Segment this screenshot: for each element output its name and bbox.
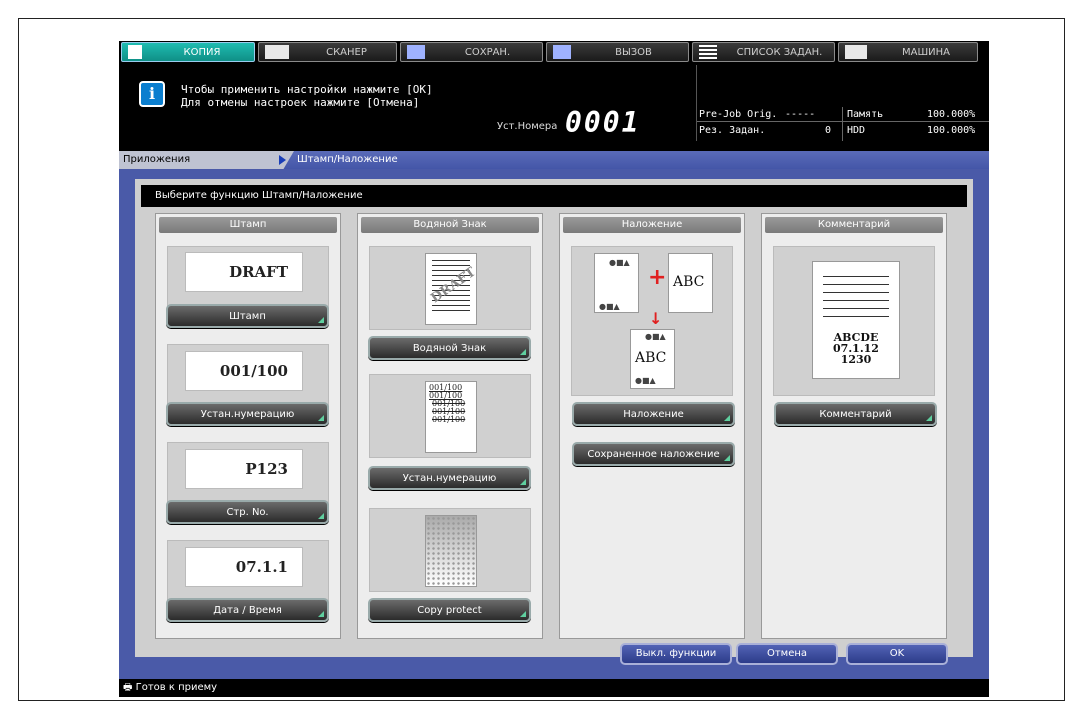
device-screen: КОПИЯ СКАНЕР СОХРАН. ВЫЗОВ СПИСОК ЗАДАН.… (119, 41, 989, 697)
numbering-doc-icon: 001/100 001/100 001/100 001/100 001/100 (425, 381, 477, 453)
prompt-text: Выберите функцию Штамп/Наложение (141, 185, 967, 207)
ok-button[interactable]: OK (846, 643, 948, 665)
page-number-button[interactable]: Стр. No. (166, 500, 329, 524)
watermark-doc-icon: DRAFT (425, 253, 479, 325)
overlay-button[interactable]: Наложение (572, 402, 735, 426)
watermark-column: Водяной Знак DRAFT Водяной Знак 001/100 (357, 213, 543, 639)
message-line-2: Для отмены настроек нажмите [Отмена] (181, 96, 420, 109)
breadcrumb-current: Штамп/Наложение (297, 154, 398, 165)
function-area: Выберите функцию Штамп/Наложение Штамп D… (135, 179, 973, 657)
tab-scanner[interactable]: СКАНЕР (258, 42, 397, 62)
overlay-text-doc-icon: ABC (668, 253, 713, 313)
function-off-button[interactable]: Выкл. функции (620, 643, 732, 665)
info-icon: i (139, 81, 165, 107)
watermark-header: Водяной Знак (361, 217, 539, 233)
comment-header: Комментарий (765, 217, 943, 233)
machine-icon (845, 45, 867, 59)
watermark-button[interactable]: Водяной Знак (368, 336, 531, 360)
top-tabs: КОПИЯ СКАНЕР СОХРАН. ВЫЗОВ СПИСОК ЗАДАН.… (119, 41, 989, 63)
copy-protect-pattern-icon (425, 515, 477, 587)
tab-machine[interactable]: МАШИНА (838, 42, 978, 62)
copy-protect-button[interactable]: Copy protect (368, 598, 531, 622)
tab-save[interactable]: СОХРАН. (400, 42, 543, 62)
comment-column: Комментарий ABCDE 07.1.12 1230 Комментар… (761, 213, 947, 639)
breadcrumb-parent[interactable]: Приложения (119, 151, 294, 169)
breadcrumb-arrow-icon (279, 155, 286, 165)
watermark-numbering-button[interactable]: Устан.нумерацию (368, 466, 531, 490)
comment-sample-card: ABCDE 07.1.12 1230 (773, 246, 935, 396)
plus-icon: + (648, 265, 667, 290)
tab-job-list[interactable]: СПИСОК ЗАДАН. (692, 42, 835, 62)
status-panel: Pre-Job Orig. ----- Память 100.000% Рез.… (696, 65, 989, 141)
stamp-sample: DRAFT (185, 252, 303, 292)
list-icon (699, 45, 717, 59)
date-time-sample-card: 07.1.1 (167, 540, 329, 604)
cancel-button[interactable]: Отмена (736, 643, 838, 665)
status-bar: 🖶 Готов к приему (119, 679, 989, 697)
tab-copy[interactable]: КОПИЯ (121, 42, 255, 62)
stamp-sample-card: DRAFT (167, 246, 329, 310)
saved-overlay-button[interactable]: Сохраненное наложение (572, 442, 735, 466)
numbering-sample-card: 001/100 (167, 344, 329, 408)
status-vertical-divider (842, 107, 843, 141)
copy-icon (128, 45, 142, 59)
status-row-1: Pre-Job Orig. ----- Память 100.000% (699, 109, 976, 120)
status-text: Готов к приему (135, 682, 218, 693)
breadcrumb: Приложения Штамп/Наложение (119, 151, 989, 169)
overlay-sample-card: ●■▲ ●■▲ + ABC ↓ ●■▲ ABC ●■▲ (571, 246, 733, 396)
status-divider (697, 121, 989, 122)
scanner-icon (265, 45, 289, 59)
status-row-2: Рез. Задан. 0 HDD 100.000% (699, 125, 976, 136)
set-numbering-button[interactable]: Устан.нумерацию (166, 402, 329, 426)
message-line-1: Чтобы применить настройки нажмите [OK] (181, 83, 433, 96)
comment-doc-icon: ABCDE 07.1.12 1230 (812, 261, 900, 379)
stamp-column: Штамп DRAFT Штамп 001/100 Устан.нумераци… (155, 213, 341, 639)
save-box-icon (407, 45, 425, 59)
comment-button[interactable]: Комментарий (774, 402, 937, 426)
stamp-header: Штамп (159, 217, 337, 233)
overlay-source-doc-icon: ●■▲ ●■▲ (594, 253, 639, 313)
overlay-header: Наложение (563, 217, 741, 233)
recall-box-icon (553, 45, 571, 59)
set-number-label: Уст.Номера (497, 121, 558, 132)
date-time-sample: 07.1.1 (185, 547, 303, 587)
date-time-button[interactable]: Дата / Время (166, 598, 329, 622)
printer-icon: 🖶 (123, 682, 133, 693)
page-number-sample: P123 (185, 449, 303, 489)
tab-recall[interactable]: ВЫЗОВ (546, 42, 689, 62)
overlay-column: Наложение ●■▲ ●■▲ + ABC ↓ ●■▲ ABC ●■▲ На… (559, 213, 745, 639)
page-number-sample-card: P123 (167, 442, 329, 506)
watermark-numbering-card: 001/100 001/100 001/100 001/100 001/100 (369, 374, 531, 458)
copy-protect-card (369, 508, 531, 592)
stamp-button[interactable]: Штамп (166, 304, 329, 328)
set-number-value: 0001 (565, 106, 641, 139)
down-arrow-icon: ↓ (649, 309, 663, 328)
numbering-sample: 001/100 (185, 351, 303, 391)
main-panel: Выберите функцию Штамп/Наложение Штамп D… (119, 169, 989, 679)
watermark-sample-card: DRAFT (369, 246, 531, 330)
overlay-result-doc-icon: ●■▲ ABC ●■▲ (630, 329, 675, 389)
